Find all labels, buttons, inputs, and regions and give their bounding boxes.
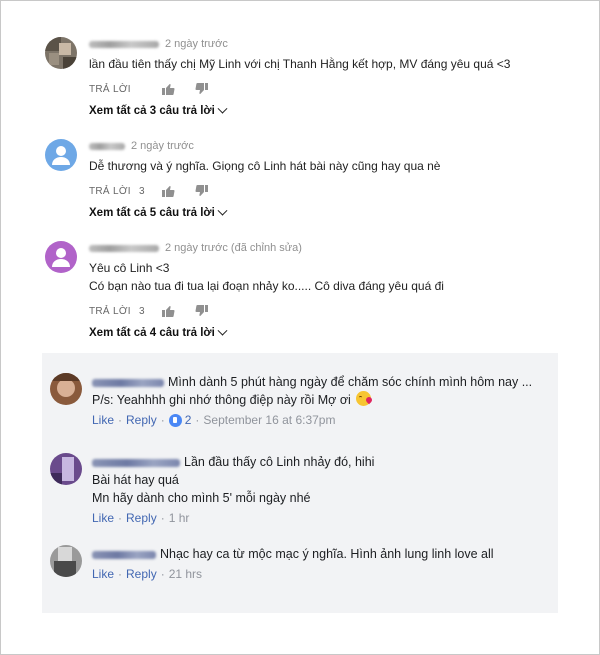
reply-link[interactable]: Reply xyxy=(126,565,157,583)
avatar[interactable] xyxy=(50,373,82,405)
chevron-down-icon xyxy=(217,103,228,114)
comment-text: Nhạc hay ca từ mộc mạc ý nghĩa. Hình ảnh… xyxy=(160,547,494,561)
comment-time[interactable]: 21 hrs xyxy=(169,565,202,583)
thumbs-up-icon[interactable] xyxy=(161,185,175,197)
comment-text: Bài hát hay quá xyxy=(92,473,179,487)
avatar[interactable] xyxy=(45,37,77,69)
view-replies-link[interactable]: Xem tất cả 5 câu trả lời xyxy=(89,205,565,219)
reaction-count[interactable]: 2 xyxy=(185,411,192,429)
reply-link[interactable]: Reply xyxy=(126,411,157,429)
like-count: 3 xyxy=(139,305,145,317)
like-reaction-icon[interactable] xyxy=(168,413,182,427)
thumbs-down-icon[interactable] xyxy=(195,185,209,197)
avatar-photo-icon xyxy=(50,453,82,485)
avatar[interactable] xyxy=(50,453,82,485)
comment-time[interactable]: 2 ngày trước xyxy=(165,38,228,50)
screenshot-frame: 2 ngày trước lần đầu tiên thấy chị Mỹ Li… xyxy=(0,0,600,655)
avatar[interactable] xyxy=(50,545,82,577)
view-replies-link[interactable]: Xem tất cả 4 câu trả lời xyxy=(89,325,565,339)
avatar-photo-icon xyxy=(50,545,82,577)
like-count: 3 xyxy=(139,185,145,197)
blurred-username[interactable] xyxy=(92,550,156,559)
thumbs-up-icon[interactable] xyxy=(161,305,175,317)
default-avatar-icon xyxy=(45,241,77,273)
comment-time[interactable]: 1 hr xyxy=(169,509,190,527)
comment-text: P/s: Yeahhhh ghi nhớ thông điệp này rồi … xyxy=(92,393,351,407)
blurred-username[interactable] xyxy=(92,458,180,467)
comment-text: lần đầu tiên thấy chị Mỹ Linh với chị Th… xyxy=(89,57,511,71)
comment-text: Lần đầu thấy cô Linh nhảy đó, hihi xyxy=(184,455,375,469)
comment-text: Mình dành 5 phút hàng ngày để chăm sóc c… xyxy=(168,375,533,389)
reply-button[interactable]: TRẢ LỜI xyxy=(89,186,139,197)
blurred-username[interactable] xyxy=(92,378,164,387)
like-link[interactable]: Like xyxy=(92,509,114,527)
comment-text: Dễ thương và ý nghĩa. Giọng cô Linh hát … xyxy=(89,159,441,173)
reply-button[interactable]: TRẢ LỜI xyxy=(89,306,139,317)
avatar[interactable] xyxy=(45,241,77,273)
avatar-photo-icon xyxy=(45,37,77,69)
comment-time[interactable]: 2 ngày trước (đã chỉnh sửa) xyxy=(165,242,302,254)
comment-text: Mn hãy dành cho mình 5' mỗi ngày nhé xyxy=(92,491,311,505)
avatar[interactable] xyxy=(45,139,77,171)
chevron-down-icon xyxy=(217,325,228,336)
like-link[interactable]: Like xyxy=(92,411,114,429)
facebook-comments-panel: Mình dành 5 phút hàng ngày để chăm sóc c… xyxy=(42,353,558,613)
avatar-photo-icon xyxy=(50,373,82,405)
comment-text: Yêu cô Linh <3 Có bạn nào tua đi tua lại… xyxy=(89,261,444,293)
default-avatar-icon xyxy=(45,139,77,171)
comment-time[interactable]: 2 ngày trước xyxy=(131,140,194,152)
thumbs-down-icon[interactable] xyxy=(195,83,209,95)
reply-link[interactable]: Reply xyxy=(126,509,157,527)
thumbs-up-icon[interactable] xyxy=(161,83,175,95)
kiss-emoji-icon xyxy=(356,391,372,406)
like-link[interactable]: Like xyxy=(92,565,114,583)
thumbs-down-icon[interactable] xyxy=(195,305,209,317)
blurred-username[interactable] xyxy=(89,40,159,48)
blurred-username[interactable] xyxy=(89,142,125,150)
reply-button[interactable]: TRẢ LỜI xyxy=(89,84,139,95)
comment-time[interactable]: September 16 at 6:37pm xyxy=(203,411,335,429)
chevron-down-icon xyxy=(217,205,228,216)
blurred-username[interactable] xyxy=(89,244,159,252)
view-replies-link[interactable]: Xem tất cả 3 câu trả lời xyxy=(89,103,565,117)
